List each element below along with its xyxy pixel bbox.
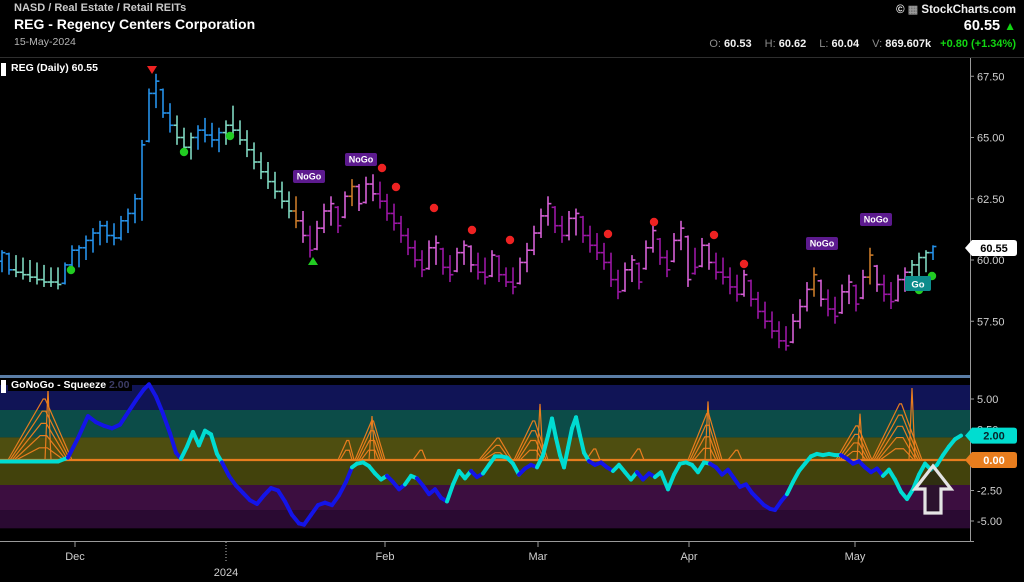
last-price-badge-text: 60.55 (980, 243, 1008, 255)
go-badge-text: Go (911, 280, 924, 291)
squeeze-panel-cursor (1, 380, 6, 393)
nogo-badge-text: NoGo (810, 239, 835, 249)
price-tick-label: 67.50 (977, 71, 1005, 83)
x-axis-month-label: Mar (529, 551, 548, 563)
nogo-continuation-dot (604, 230, 612, 238)
squeeze-tick-label: 5.00 (977, 394, 998, 406)
nogo-continuation-dot (710, 231, 718, 239)
panel-separator (0, 375, 970, 378)
squeeze-value-badge-text: 2.00 (983, 431, 1004, 443)
nogo-continuation-dot (468, 226, 476, 234)
nogo-continuation-dot (378, 164, 386, 172)
x-axis-month-label: Apr (680, 551, 697, 563)
squeeze-band (0, 410, 970, 437)
go-continuation-dot (226, 132, 234, 140)
price-tick-label: 65.00 (977, 133, 1005, 145)
nogo-continuation-dot (430, 204, 438, 212)
squeeze-panel-label: GoNoGo - Squeeze 2.00 (8, 379, 132, 391)
go-continuation-dot (180, 148, 188, 156)
x-axis-month-label: Dec (65, 551, 85, 563)
nogo-badge-text: NoGo (349, 155, 374, 165)
squeeze-tick-label: -5.00 (977, 516, 1002, 528)
price-ohlc-bars (0, 74, 936, 351)
squeeze-zero-badge-text: 0.00 (983, 455, 1004, 467)
squeeze-label-text: GoNoGo - Squeeze (11, 379, 106, 391)
go-continuation-dot (67, 266, 75, 274)
price-tick-label: 62.50 (977, 194, 1005, 206)
nogo-badge-text: NoGo (864, 215, 889, 225)
squeeze-value-text: 2.00 (109, 379, 129, 391)
countertrend-up-triangle (308, 257, 318, 265)
squeeze-band (0, 485, 970, 510)
chart-svg: 67.50 65.00 62.50 60.00 57.50 NoGo NoGo NoGo NoG… (0, 0, 1024, 582)
price-tick-label: 60.00 (977, 255, 1005, 267)
x-axis-month-label: Feb (376, 551, 395, 563)
squeeze-band (0, 510, 970, 528)
nogo-continuation-dot (650, 218, 658, 226)
main-panel-label: REG (Daily) 60.55 (8, 62, 101, 74)
x-axis-month-label: May (845, 551, 866, 563)
countertrend-down-triangle (147, 66, 157, 74)
nogo-continuation-dot (392, 183, 400, 191)
main-panel-cursor (1, 63, 6, 76)
nogo-continuation-dot (506, 236, 514, 244)
nogo-badge-text: NoGo (297, 172, 322, 182)
nogo-continuation-dot (740, 260, 748, 268)
price-tick-label: 57.50 (977, 316, 1005, 328)
squeeze-tick-label: -2.50 (977, 486, 1002, 498)
x-axis-year-label: 2024 (214, 567, 238, 579)
stockcharts-chart-page: NASD / Real Estate / Retail REITs REG - … (0, 0, 1024, 582)
